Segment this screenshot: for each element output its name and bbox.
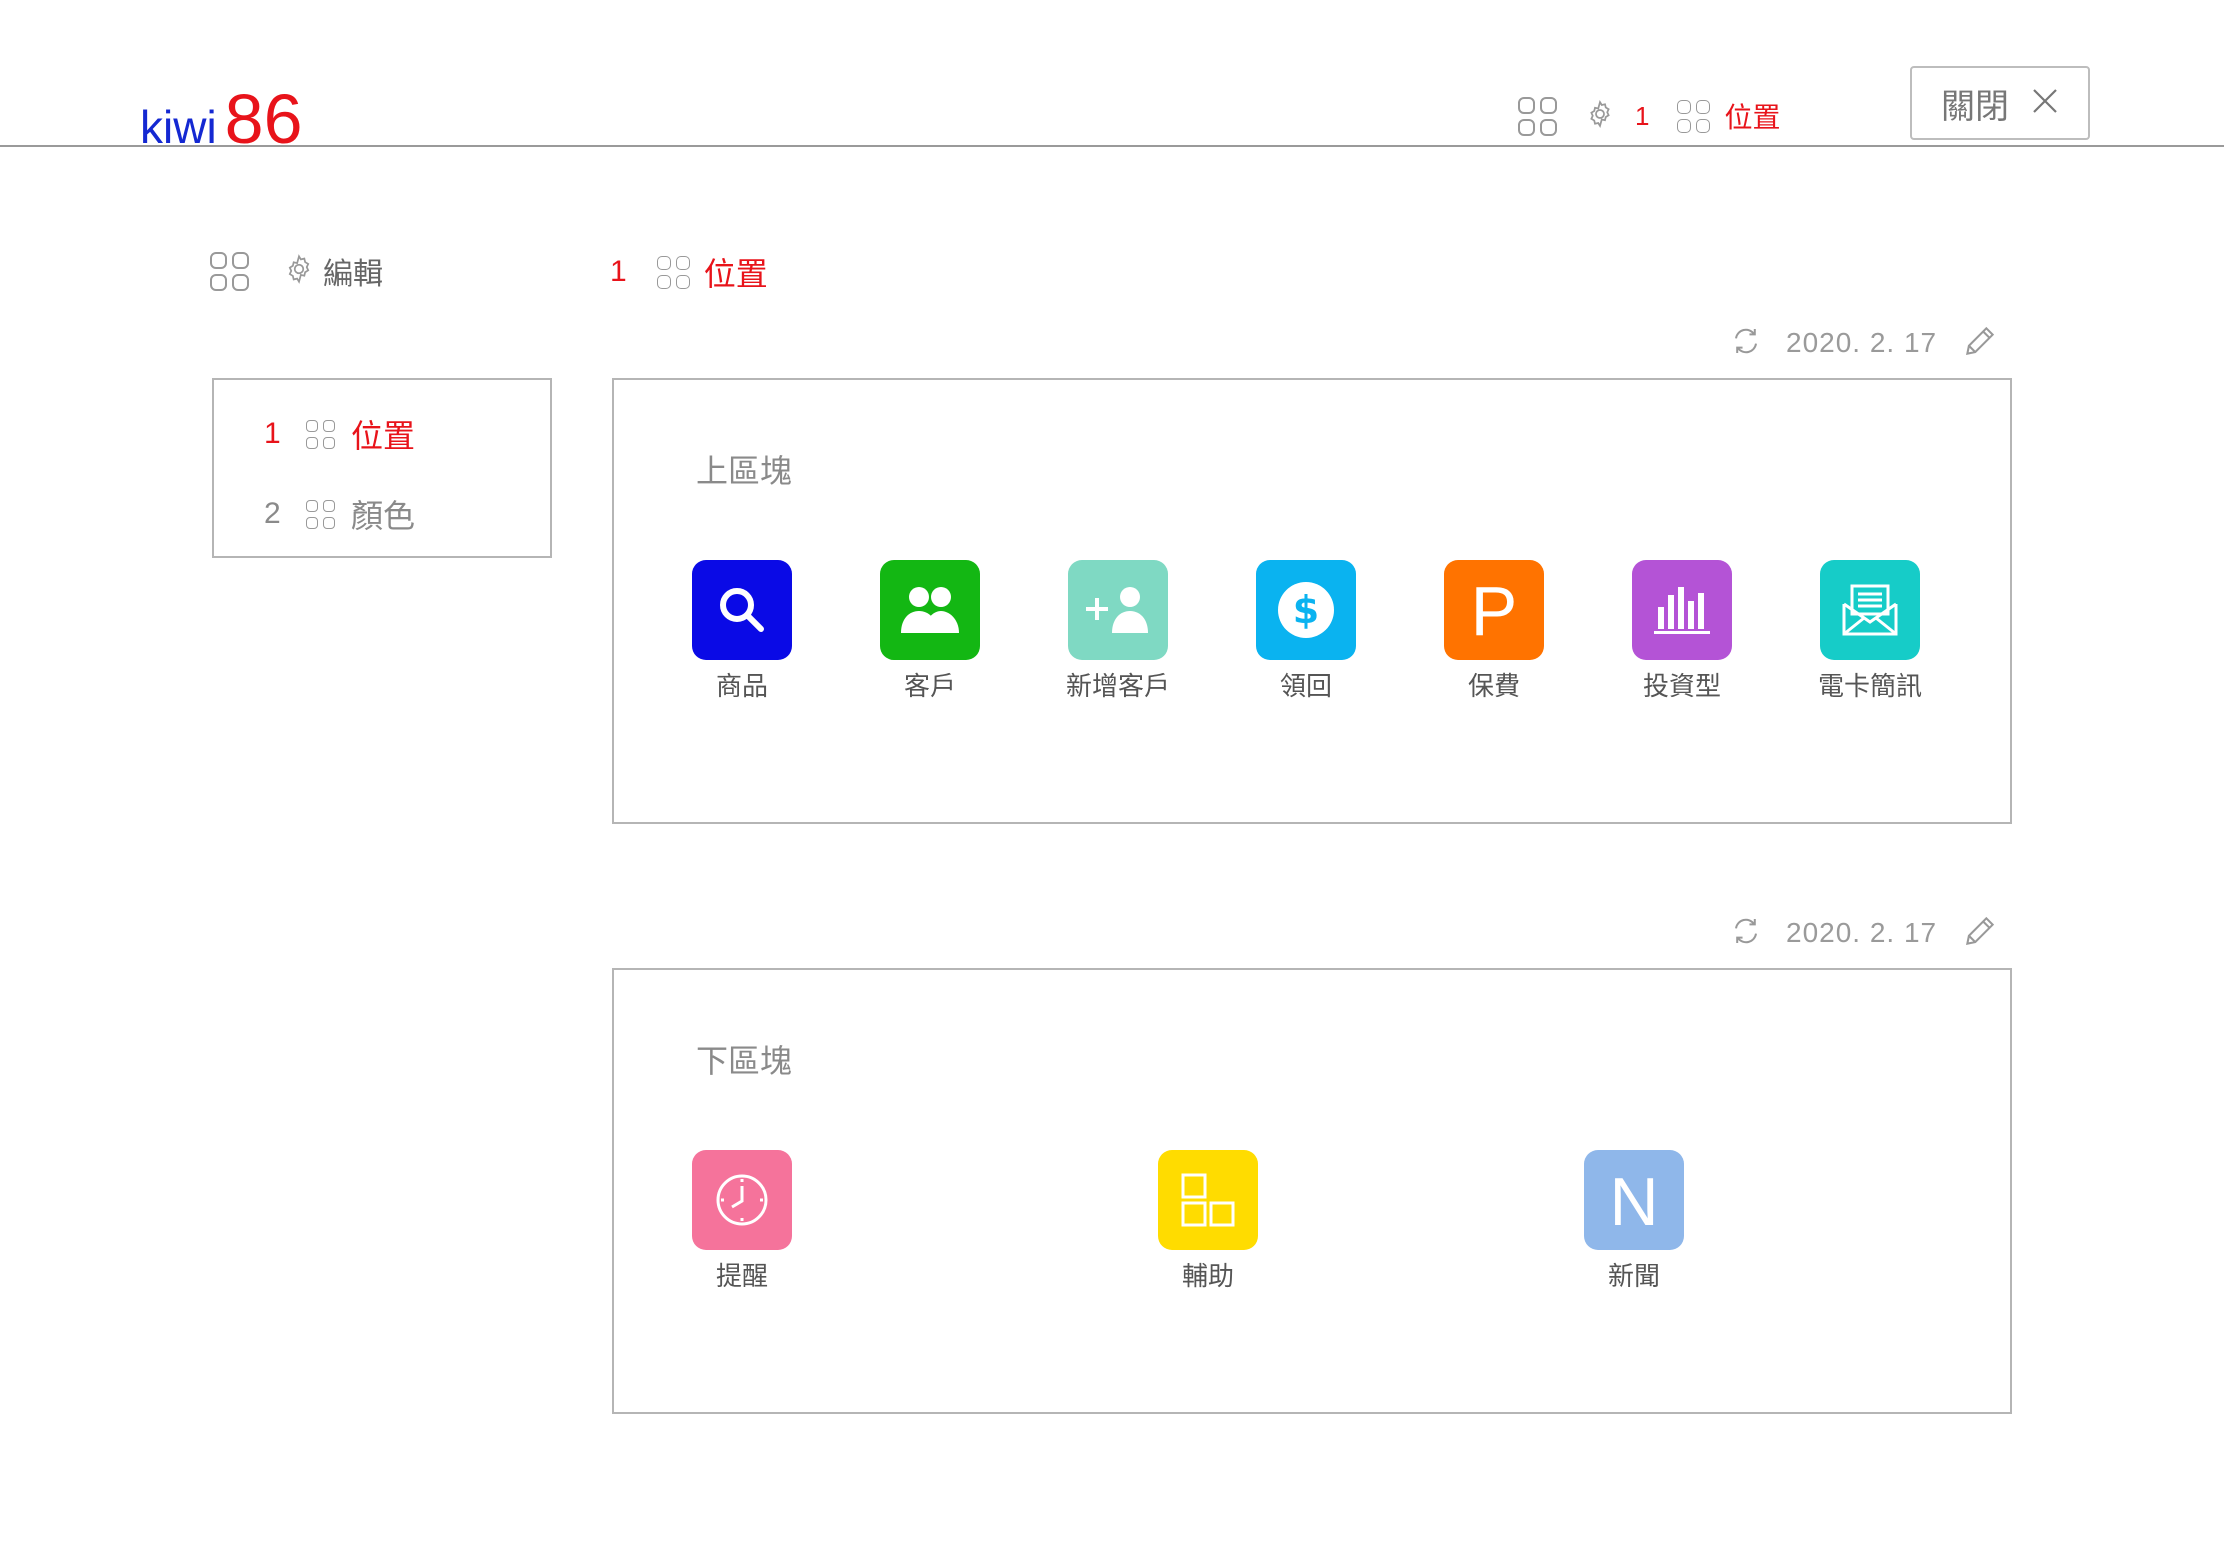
gear-icon[interactable] — [283, 253, 315, 289]
panel-date-row: 2020. 2. 17 — [1730, 908, 1999, 958]
sidebar-item-color[interactable]: 2 顏色 — [264, 492, 415, 536]
refresh-icon[interactable] — [1730, 915, 1762, 951]
grid-icon — [306, 419, 335, 449]
close-icon — [2031, 87, 2059, 119]
clock-icon — [692, 1150, 792, 1250]
app-withdraw[interactable]: $ 領回 — [1241, 560, 1371, 703]
add-user-icon — [1068, 560, 1168, 660]
dollar-icon: $ — [1256, 560, 1356, 660]
app-news[interactable]: N 新聞 — [1569, 1150, 1699, 1293]
grid-icon[interactable] — [210, 251, 249, 291]
header-divider — [0, 145, 2224, 147]
refresh-icon[interactable] — [1730, 325, 1762, 361]
bar-chart-icon — [1632, 560, 1732, 660]
close-button[interactable]: 關閉 — [1910, 66, 2090, 140]
logo-number: 86 — [224, 80, 303, 158]
app-label: 新聞 — [1607, 1262, 1660, 1292]
app-customers[interactable]: 客戶 — [865, 560, 995, 703]
app-products[interactable]: 商品 — [677, 560, 807, 703]
grid-icon — [1677, 99, 1711, 133]
mail-icon — [1820, 560, 1920, 660]
app-label: 客戶 — [903, 672, 956, 702]
app-label: 輔助 — [1181, 1262, 1234, 1292]
app-add-customer[interactable]: 新增客戶 — [1053, 560, 1183, 703]
top-block-panel: 上區塊 商品 客戶 新增客戶 $ 領回 P 保費 投資型 電卡簡訊 — [612, 378, 2012, 824]
sidebar: 1 位置 2 顏色 — [212, 378, 552, 558]
top-breadcrumb: 1 位置 — [1518, 94, 1780, 138]
app-label: 商品 — [715, 672, 768, 702]
sidebar-item-label: 顏色 — [351, 497, 416, 535]
crumb-label: 位置 — [703, 255, 768, 293]
app-label: 保費 — [1467, 672, 1520, 702]
app-label: 提醒 — [715, 1262, 768, 1292]
app-label: 投資型 — [1642, 672, 1721, 702]
svg-text:P: P — [1471, 575, 1518, 645]
panel-date: 2020. 2. 17 — [1786, 327, 1938, 358]
edit-toolbar: 編輯 — [210, 246, 383, 296]
crumb-number: 1 — [610, 255, 627, 288]
pencil-icon[interactable] — [1961, 912, 1999, 954]
panel-title: 上區塊 — [696, 452, 793, 490]
n-letter-icon: N — [1584, 1150, 1684, 1250]
page-title: 1 位置 — [610, 250, 768, 294]
panel-date-row: 2020. 2. 17 — [1730, 318, 1999, 368]
page: kiwi 86 1 位置 關閉 編輯 1 位置 1 位置 2 顏色 2020. … — [0, 0, 2224, 1550]
sidebar-item-label: 位置 — [351, 417, 416, 455]
grid-icon — [306, 499, 335, 529]
app-label: 電卡簡訊 — [1817, 672, 1922, 702]
sidebar-item-number: 1 — [264, 417, 281, 450]
svg-text:$: $ — [1293, 588, 1319, 632]
gear-icon[interactable] — [1585, 99, 1615, 133]
app-investment[interactable]: 投資型 — [1617, 560, 1747, 703]
people-icon — [880, 560, 980, 660]
app-assist[interactable]: 輔助 — [1143, 1150, 1273, 1293]
top-crumb-label[interactable]: 位置 — [1724, 96, 1780, 136]
logo-text: kiwi — [140, 101, 217, 153]
app-label: 領回 — [1279, 672, 1332, 702]
app-label: 新增客戶 — [1065, 672, 1170, 702]
grid-icon — [656, 255, 690, 289]
app-premium[interactable]: P 保費 — [1429, 560, 1559, 703]
grid-icon[interactable] — [1518, 96, 1557, 136]
edit-label[interactable]: 編輯 — [323, 249, 383, 293]
bottom-block-panel: 下區塊 提醒 輔助 N 新聞 — [612, 968, 2012, 1414]
panel-title: 下區塊 — [696, 1042, 793, 1080]
app-ecard-sms[interactable]: 電卡簡訊 — [1805, 560, 1935, 703]
search-icon — [692, 560, 792, 660]
panel-date: 2020. 2. 17 — [1786, 917, 1938, 948]
p-letter-icon: P — [1444, 560, 1544, 660]
sidebar-item-number: 2 — [264, 497, 281, 530]
close-label: 關閉 — [1941, 86, 2009, 127]
app-reminder[interactable]: 提醒 — [677, 1150, 807, 1293]
squares-icon — [1158, 1150, 1258, 1250]
svg-text:N: N — [1609, 1165, 1658, 1235]
top-crumb-number: 1 — [1635, 100, 1650, 131]
sidebar-item-position[interactable]: 1 位置 — [264, 412, 415, 456]
logo[interactable]: kiwi 86 — [140, 70, 303, 154]
pencil-icon[interactable] — [1961, 322, 1999, 364]
